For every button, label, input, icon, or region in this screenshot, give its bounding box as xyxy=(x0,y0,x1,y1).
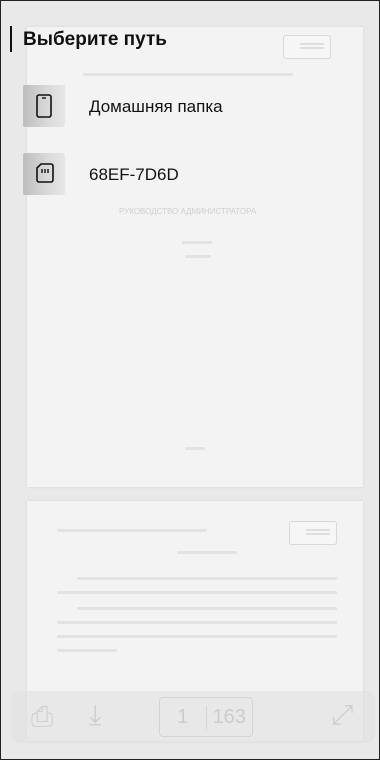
sd-card-icon-box xyxy=(23,153,65,195)
dialog-title: Выберите путь xyxy=(23,29,167,50)
path-item-label: Домашняя папка xyxy=(89,97,223,116)
phone-icon-box xyxy=(23,85,65,127)
path-item-sdcard[interactable]: 68EF-7D6D xyxy=(1,153,379,203)
sd-card-icon xyxy=(36,163,54,183)
viewer-toolbar: ⎙ ⤓ 1 163 ⤢ xyxy=(11,691,375,743)
dialog-header: Выберите путь xyxy=(1,21,379,61)
app-frame: РУКОВОДСТВО АДМИНИСТРАТОРА ⎙ ⤓ 1 163 ⤢ В… xyxy=(0,0,380,760)
document-logo-2 xyxy=(289,521,337,545)
print-icon[interactable]: ⎙ xyxy=(31,703,53,731)
current-page[interactable]: 1 xyxy=(160,705,207,729)
path-list: Домашняя папка 68EF-7D6D xyxy=(1,85,379,221)
title-accent-bar xyxy=(10,26,12,52)
total-pages: 163 xyxy=(212,705,246,728)
download-icon[interactable]: ⤓ xyxy=(89,701,101,729)
page-navigator[interactable]: 1 163 xyxy=(159,697,253,737)
path-item-label: 68EF-7D6D xyxy=(89,165,179,184)
fullscreen-icon[interactable]: ⤢ xyxy=(331,701,353,729)
phone-icon xyxy=(36,94,52,118)
path-item-home[interactable]: Домашняя папка xyxy=(1,85,379,135)
